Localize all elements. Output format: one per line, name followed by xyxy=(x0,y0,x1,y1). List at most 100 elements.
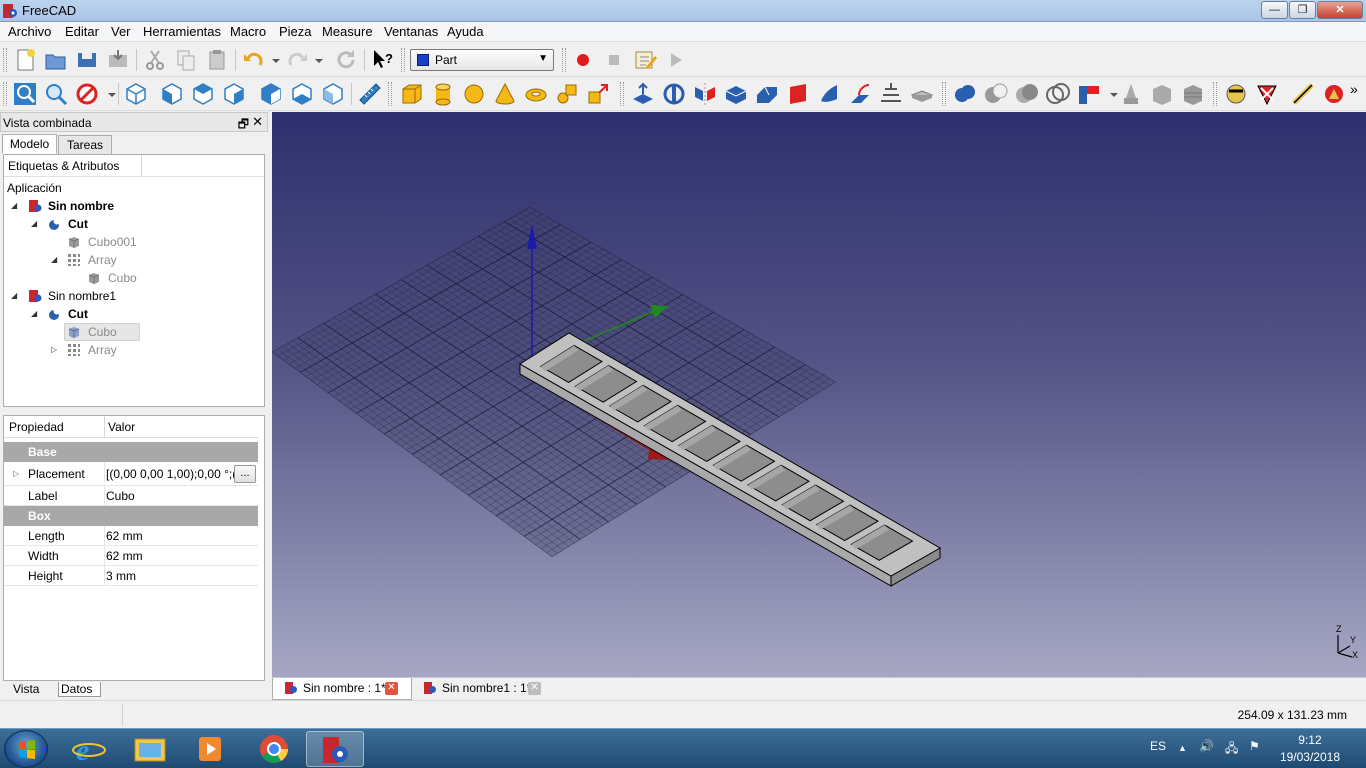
close-button[interactable]: ✕ xyxy=(1317,1,1363,19)
toolbar-overflow-icon[interactable]: » xyxy=(1350,81,1364,107)
tab-vista[interactable]: Vista xyxy=(13,682,39,697)
part-shape-builder-icon[interactable] xyxy=(585,81,611,107)
tab-datos[interactable]: Datos xyxy=(58,682,102,697)
bool-cut-icon[interactable] xyxy=(983,81,1009,107)
property-value[interactable]: Cubo xyxy=(106,486,135,506)
part-revolve-icon[interactable] xyxy=(661,81,687,107)
view-left-icon[interactable] xyxy=(320,81,346,107)
property-row-label[interactable]: Label Cubo xyxy=(4,486,258,506)
property-row-placement[interactable]: ▷ Placement [(0,00 0,00 1,00);0,00 °;(-2… xyxy=(4,462,258,486)
menu-measure[interactable]: Measure xyxy=(322,24,373,39)
compound-dropdown-icon[interactable] xyxy=(1101,81,1118,107)
expand-arrow-icon[interactable]: ▷ xyxy=(13,462,19,486)
menu-editar[interactable]: Editar xyxy=(65,24,99,39)
measure-toggle-delta-icon[interactable] xyxy=(1321,81,1347,107)
property-row-height[interactable]: Height 3 mm xyxy=(4,566,258,586)
copy-icon[interactable] xyxy=(173,47,199,73)
part-fillet-icon[interactable] xyxy=(723,81,749,107)
measure-distance-icon[interactable] xyxy=(357,81,383,107)
menu-herramientas[interactable]: Herramientas xyxy=(143,24,221,39)
tree-item-cut2[interactable]: ◢ Cut xyxy=(4,305,262,323)
tab-modelo[interactable]: Modelo xyxy=(2,134,57,154)
tree-item-array1[interactable]: ◢ Array xyxy=(4,251,262,269)
tab-tareas[interactable]: Tareas xyxy=(58,135,112,155)
property-value[interactable]: [(0,00 0,00 1,00);0,00 °;(-2 xyxy=(106,462,234,486)
menu-macro[interactable]: Macro xyxy=(230,24,266,39)
menu-ayuda[interactable]: Ayuda xyxy=(447,24,484,39)
fit-selection-icon[interactable] xyxy=(43,81,69,107)
placement-edit-button[interactable]: ... xyxy=(234,465,256,483)
menu-ventanas[interactable]: Ventanas xyxy=(384,24,438,39)
property-row-length[interactable]: Length 62 mm xyxy=(4,526,258,546)
view-isometric-icon[interactable] xyxy=(123,81,149,107)
part-primitives-icon[interactable] xyxy=(554,81,580,107)
collapse-arrow-icon[interactable]: ◢ xyxy=(51,251,57,269)
part-box-icon[interactable] xyxy=(399,81,425,107)
volume-icon[interactable]: 🔊 xyxy=(1199,739,1214,753)
redo-dropdown-icon[interactable] xyxy=(306,47,323,73)
save-as-icon[interactable] xyxy=(105,47,131,73)
taskbar-ie[interactable]: e xyxy=(60,731,118,767)
bool-common-icon[interactable] xyxy=(1014,81,1040,107)
tree-item-doc2[interactable]: ◢ Sin nombre1 xyxy=(4,287,262,305)
workbench-selector[interactable]: Part ▼ xyxy=(410,49,554,71)
compound-tools-icon[interactable] xyxy=(1076,81,1102,107)
macro-edit-icon[interactable] xyxy=(632,47,658,73)
view-rear-icon[interactable] xyxy=(258,81,284,107)
undo-dropdown-icon[interactable] xyxy=(263,47,280,73)
menu-pieza[interactable]: Pieza xyxy=(279,24,312,39)
taskbar-chrome[interactable] xyxy=(245,731,303,767)
measure-toggle-3d-icon[interactable] xyxy=(1290,81,1316,107)
macro-record-icon[interactable] xyxy=(570,47,596,73)
part-face-icon[interactable] xyxy=(785,81,811,107)
menu-archivo[interactable]: Archivo xyxy=(8,24,51,39)
tree-item-cubo2-selected[interactable]: Cubo xyxy=(64,323,140,341)
bool-union-icon[interactable] xyxy=(952,81,978,107)
paste-icon[interactable] xyxy=(204,47,230,73)
network-icon[interactable]: 🖧 xyxy=(1225,739,1238,760)
part-sweep-icon[interactable] xyxy=(878,81,904,107)
property-row-width[interactable]: Width 62 mm xyxy=(4,546,258,566)
draw-style-dropdown-icon[interactable] xyxy=(99,81,116,107)
collapse-arrow-icon[interactable]: ◢ xyxy=(31,215,37,233)
system-clock[interactable]: 9:12 19/03/2018 xyxy=(1280,732,1340,766)
doc-tab-sin-nombre[interactable]: Sin nombre : 1* ✕ xyxy=(272,678,412,700)
part-cylinder-icon[interactable] xyxy=(430,81,456,107)
taskbar-freecad[interactable] xyxy=(306,731,364,767)
bool-section-icon[interactable] xyxy=(1045,81,1071,107)
part-extrude-icon[interactable] xyxy=(630,81,656,107)
expand-arrow-icon[interactable]: ▷ xyxy=(51,341,57,359)
property-value[interactable]: 62 mm xyxy=(106,546,143,566)
tree-item-doc1[interactable]: ◢ Sin nombre xyxy=(4,197,262,215)
taskbar-explorer[interactable] xyxy=(121,731,179,767)
view-top-icon[interactable] xyxy=(190,81,216,107)
open-icon[interactable] xyxy=(43,47,69,73)
toolbar-grip[interactable] xyxy=(3,48,7,72)
whats-this-icon[interactable]: ? xyxy=(370,47,396,73)
tree-item-array2[interactable]: ▷ Array xyxy=(4,341,262,359)
3d-viewport[interactable]: Z Y X xyxy=(272,112,1366,677)
3d-scene[interactable]: Z Y X xyxy=(272,112,1366,677)
part-sphere-icon[interactable] xyxy=(461,81,487,107)
part-cone-icon[interactable] xyxy=(492,81,518,107)
macro-stop-icon[interactable] xyxy=(601,47,627,73)
start-button[interactable] xyxy=(4,730,48,768)
close-icon[interactable]: ✕ xyxy=(528,682,541,695)
tree-item-cubo001[interactable]: Cubo001 xyxy=(4,233,262,251)
show-hidden-icons-icon[interactable]: ▲ xyxy=(1178,743,1187,753)
close-panel-icon[interactable]: ✕ xyxy=(252,114,263,130)
view-bottom-icon[interactable] xyxy=(289,81,315,107)
part-thickness-icon[interactable] xyxy=(909,81,935,107)
doc-tab-sin-nombre1[interactable]: Sin nombre1 : 1* ✕ xyxy=(414,678,554,700)
language-indicator[interactable]: ES xyxy=(1150,739,1166,753)
menu-ver[interactable]: Ver xyxy=(111,24,131,39)
collapse-arrow-icon[interactable]: ◢ xyxy=(31,305,37,323)
part-chamfer-icon[interactable] xyxy=(754,81,780,107)
tree-item-cubo1[interactable]: Cubo xyxy=(4,269,262,287)
tree-item-cut1[interactable]: ◢ Cut xyxy=(4,215,262,233)
close-icon[interactable]: ✕ xyxy=(385,682,398,695)
property-value[interactable]: 3 mm xyxy=(106,566,136,586)
part-ruled-surface-icon[interactable] xyxy=(816,81,842,107)
measure-angular-icon[interactable] xyxy=(1180,81,1206,107)
macro-run-icon[interactable] xyxy=(663,47,689,73)
